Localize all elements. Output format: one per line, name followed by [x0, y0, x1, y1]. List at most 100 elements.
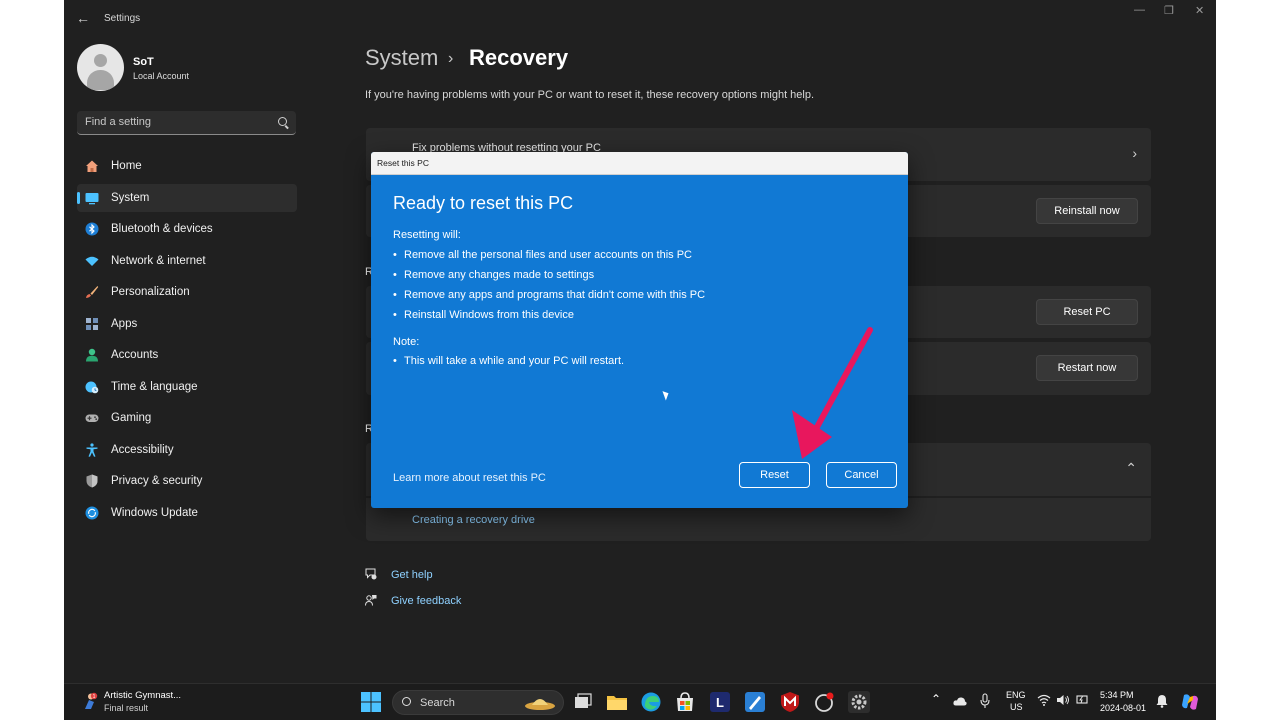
avatar[interactable]	[77, 44, 124, 91]
sidebar-nav: Home System Bluetooth & devices Network …	[77, 152, 297, 530]
copilot-icon[interactable]	[1180, 692, 1200, 712]
wifi-icon	[85, 256, 99, 266]
reset-pc-button[interactable]: Reset PC	[1036, 299, 1138, 325]
recovery-drive-link[interactable]: Creating a recovery drive	[412, 514, 535, 526]
get-help-link[interactable]: Get help	[391, 569, 433, 581]
brush-icon	[86, 286, 99, 298]
sidebar-item-home[interactable]: Home	[77, 152, 297, 180]
app-title: Settings	[104, 13, 141, 24]
breadcrumb-separator: ›	[448, 50, 454, 67]
sidebar-item-accounts[interactable]: Accounts	[77, 341, 297, 369]
wifi-status-icon[interactable]	[1037, 694, 1051, 706]
tray-chevron-up-icon[interactable]: ⌃	[931, 692, 941, 706]
person-icon	[86, 348, 98, 362]
bluetooth-icon	[85, 222, 99, 236]
settings-gear-icon[interactable]	[848, 691, 870, 713]
learn-more-link[interactable]: Learn more about reset this PC	[393, 472, 546, 484]
user-name: SoT	[133, 56, 154, 68]
title-bar: ← Settings — ❐ ✕	[64, 0, 1216, 38]
onedrive-icon[interactable]	[953, 696, 967, 706]
back-arrow-icon[interactable]: ←	[76, 10, 90, 26]
gamepad-icon	[85, 414, 99, 422]
list-item: Remove any apps and programs that didn't…	[393, 289, 705, 309]
taskbar-search[interactable]: Search	[392, 690, 564, 715]
reinstall-now-button[interactable]: Reinstall now	[1036, 198, 1138, 224]
clock-time[interactable]: 5:34 PM	[1100, 690, 1134, 700]
battery-charging-icon[interactable]	[1075, 693, 1089, 707]
find-setting-box[interactable]	[77, 111, 296, 135]
sidebar-item-network[interactable]: Network & internet	[77, 247, 297, 275]
list-item: Remove all the personal files and user a…	[393, 249, 705, 269]
start-icon[interactable]	[360, 691, 382, 713]
help-chat-icon	[365, 568, 377, 580]
dialog-lead-text: Resetting will:	[393, 229, 461, 241]
sidebar-item-privacy-security[interactable]: Privacy & security	[77, 467, 297, 495]
page-subtitle: If you're having problems with your PC o…	[365, 89, 815, 101]
search-highlight-icon	[525, 699, 555, 710]
pinned-app-l-icon[interactable]: L	[709, 691, 731, 713]
file-explorer-icon[interactable]	[606, 691, 628, 713]
pen-app-icon[interactable]	[744, 691, 766, 713]
system-icon	[85, 192, 99, 204]
taskbar-search-label: Search	[420, 697, 455, 709]
update-icon	[85, 506, 99, 519]
sidebar-item-personalization[interactable]: Personalization	[77, 278, 297, 306]
sidebar-item-bluetooth[interactable]: Bluetooth & devices	[77, 215, 297, 243]
news-badge: 1	[93, 694, 96, 700]
sidebar-item-accessibility[interactable]: Accessibility	[77, 436, 297, 464]
dialog-title-bar: Reset this PC	[371, 152, 908, 175]
clock-date[interactable]: 2024-08-01	[1100, 703, 1146, 713]
edge-browser-icon[interactable]	[640, 691, 662, 713]
search-icon[interactable]	[278, 117, 287, 126]
task-view-icon[interactable]	[572, 691, 594, 713]
sidebar-item-time-language[interactable]: Time & language	[77, 373, 297, 401]
home-icon	[86, 160, 98, 172]
list-item: Reinstall Windows from this device	[393, 309, 705, 329]
user-account-type: Local Account	[133, 71, 190, 81]
dialog-window-title: Reset this PC	[377, 158, 429, 168]
red-arrow-annotation	[792, 327, 873, 459]
volume-icon[interactable]	[1056, 694, 1070, 706]
cancel-button[interactable]: Cancel	[826, 462, 897, 488]
reset-button[interactable]: Reset	[739, 462, 810, 488]
feedback-icon	[365, 595, 377, 606]
give-feedback-link[interactable]: Give feedback	[391, 595, 461, 607]
breadcrumb-system[interactable]: System	[365, 45, 438, 71]
news-title[interactable]: Artistic Gymnast...	[104, 690, 181, 701]
news-subtitle: Final result	[104, 703, 149, 713]
language-indicator-top[interactable]: ENG	[1006, 690, 1026, 700]
list-item: This will take a while and your PC will …	[393, 355, 624, 375]
reset-effects-list: Remove all the personal files and user a…	[393, 249, 705, 329]
arrow-shaft	[813, 327, 873, 432]
pinned-app-letter: L	[716, 695, 724, 710]
globe-clock-icon	[85, 381, 99, 393]
news-widget-icon[interactable]: 1	[82, 692, 98, 710]
chevron-right-icon: ›	[1132, 145, 1137, 161]
sidebar-item-apps[interactable]: Apps	[77, 310, 297, 338]
language-indicator-bottom[interactable]: US	[1010, 702, 1023, 712]
note-list: This will take a while and your PC will …	[393, 355, 624, 375]
accessibility-icon	[86, 442, 98, 457]
maximize-icon[interactable]: ❐	[1164, 4, 1174, 17]
chat-app-icon[interactable]	[813, 691, 835, 713]
arrow-head	[792, 410, 832, 459]
restart-now-button[interactable]: Restart now	[1036, 355, 1138, 381]
search-input[interactable]	[77, 111, 275, 133]
minimize-icon[interactable]: —	[1134, 4, 1145, 16]
list-item: Remove any changes made to settings	[393, 269, 705, 289]
sidebar-item-windows-update[interactable]: Windows Update	[77, 499, 297, 527]
page-title: Recovery	[469, 45, 569, 70]
microphone-icon[interactable]	[980, 693, 990, 709]
apps-icon	[86, 317, 98, 330]
sidebar-item-gaming[interactable]: Gaming	[77, 404, 297, 432]
settings-window: ← Settings — ❐ ✕ SoT Local Account Home …	[64, 0, 1216, 720]
close-icon[interactable]: ✕	[1195, 4, 1204, 17]
search-icon	[402, 697, 411, 706]
sidebar-item-system[interactable]: System	[77, 183, 297, 212]
notification-bell-icon[interactable]	[1156, 694, 1168, 708]
shield-icon	[86, 474, 98, 488]
mcafee-icon[interactable]	[779, 691, 801, 713]
microsoft-store-icon[interactable]	[674, 691, 696, 713]
dialog-note-label: Note:	[393, 336, 420, 348]
chevron-up-icon[interactable]: ⌃	[1125, 460, 1137, 477]
